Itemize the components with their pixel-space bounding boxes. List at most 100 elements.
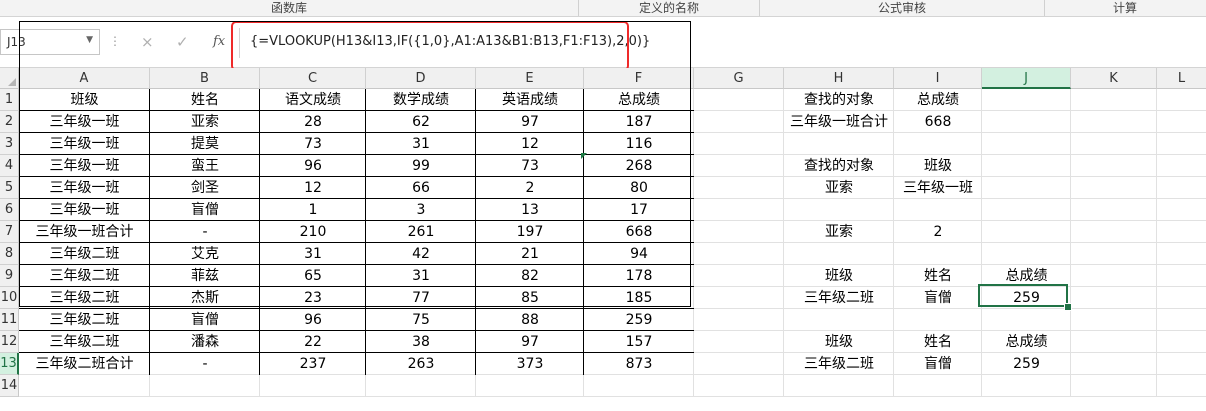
table-cell[interactable]: 23 [260,287,366,309]
column-header-l[interactable]: L [1157,68,1206,89]
column-header-e[interactable]: E [476,68,584,89]
table-cell[interactable]: 75 [366,309,476,331]
cell-j13[interactable]: 259 [982,353,1071,375]
table-cell[interactable]: 80 [584,177,694,199]
table-cell[interactable]: 三年级一班 [19,155,150,177]
table-cell[interactable]: 185 [584,287,694,309]
table-cell[interactable]: 259 [584,309,694,331]
table-header-cell[interactable]: 姓名 [150,89,260,111]
table-cell[interactable]: 197 [476,221,584,243]
table-cell[interactable]: 剑圣 [150,177,260,199]
table-cell[interactable]: 373 [476,353,584,375]
table-cell[interactable]: 73 [260,133,366,155]
table-cell[interactable]: 12 [476,133,584,155]
row-header-7[interactable]: 7 [0,221,19,243]
table-cell[interactable]: 85 [476,287,584,309]
table-cell[interactable]: 210 [260,221,366,243]
table-cell[interactable]: 提莫 [150,133,260,155]
table-cell[interactable]: 261 [366,221,476,243]
table-cell[interactable]: 三年级一班 [19,177,150,199]
table-cell[interactable]: 21 [476,243,584,265]
table-cell[interactable]: 三年级二班 [19,331,150,353]
cell-h10[interactable]: 三年级二班 [784,287,894,309]
cell-i13[interactable]: 盲僧 [894,353,982,375]
table-cell[interactable]: 873 [584,353,694,375]
table-cell[interactable]: 88 [476,309,584,331]
table-cell[interactable]: 65 [260,265,366,287]
table-cell[interactable]: 31 [366,133,476,155]
table-cell[interactable]: 三年级二班合计 [19,353,150,375]
cell-i1[interactable]: 总成绩 [894,89,982,111]
chevron-down-icon[interactable]: ▼ [86,35,93,45]
cell-h13[interactable]: 三年级二班 [784,353,894,375]
row-header-5[interactable]: 5 [0,177,19,199]
cell-h7[interactable]: 亚索 [784,221,894,243]
cell-h12[interactable]: 班级 [784,331,894,353]
column-header-a[interactable]: A [19,68,150,89]
column-header-c[interactable]: C [260,68,366,89]
column-header-b[interactable]: B [150,68,260,89]
cell-i12[interactable]: 姓名 [894,331,982,353]
fill-handle[interactable] [1064,303,1072,311]
table-cell[interactable]: 三年级一班合计 [19,221,150,243]
column-header-d[interactable]: D [366,68,476,89]
cell-i2[interactable]: 668 [894,111,982,133]
table-cell[interactable]: - [150,221,260,243]
table-cell[interactable]: 三年级一班 [19,133,150,155]
column-header-h[interactable]: H [784,68,894,89]
cell-h1[interactable]: 查找的对象 [784,89,894,111]
cell-i7[interactable]: 2 [894,221,982,243]
row-header-14[interactable]: 14 [0,375,19,397]
table-cell[interactable]: 12 [260,177,366,199]
table-header-cell[interactable]: 语文成绩 [260,89,366,111]
table-header-cell[interactable]: 数学成绩 [366,89,476,111]
column-header-k[interactable]: K [1071,68,1157,89]
cell-h9[interactable]: 班级 [784,265,894,287]
insert-function-button[interactable]: fx [213,34,225,49]
column-header-i[interactable]: I [894,68,982,89]
table-cell[interactable]: 99 [366,155,476,177]
row-header-10[interactable]: 10 [0,287,19,309]
table-cell[interactable]: 3 [366,199,476,221]
table-cell[interactable]: 22 [260,331,366,353]
table-cell[interactable]: 116 [584,133,694,155]
cell-i10[interactable]: 盲僧 [894,287,982,309]
table-cell[interactable]: 1 [260,199,366,221]
table-header-cell[interactable]: 总成绩 [584,89,694,111]
table-cell[interactable]: 蛮王 [150,155,260,177]
row-header-8[interactable]: 8 [0,243,19,265]
table-cell[interactable]: 三年级一班 [19,111,150,133]
cancel-icon[interactable]: × [141,33,154,51]
drag-handle-icon[interactable]: ⋮ [109,34,121,48]
table-cell[interactable]: 菲兹 [150,265,260,287]
row-header-11[interactable]: 11 [0,309,19,331]
table-cell[interactable]: 97 [476,111,584,133]
cell-i5[interactable]: 三年级一班 [894,177,982,199]
enter-icon[interactable]: ✓ [176,33,189,51]
table-cell[interactable]: 三年级二班 [19,243,150,265]
table-header-cell[interactable]: 班级 [19,89,150,111]
column-header-f[interactable]: F [584,68,694,89]
row-header-3[interactable]: 3 [0,133,19,155]
table-cell[interactable]: 77 [366,287,476,309]
cell-i9[interactable]: 姓名 [894,265,982,287]
name-box[interactable]: J13 ▼ [0,29,100,55]
table-cell[interactable]: 237 [260,353,366,375]
column-header-j[interactable]: J [982,68,1071,89]
cell-i4[interactable]: 班级 [894,155,982,177]
table-cell[interactable]: 42 [366,243,476,265]
table-cell[interactable]: 94 [584,243,694,265]
row-header-13[interactable]: 13 [0,353,19,375]
table-cell[interactable]: 263 [366,353,476,375]
table-cell[interactable]: 73 [476,155,584,177]
table-cell[interactable]: 268 [584,155,694,177]
row-header-2[interactable]: 2 [0,111,19,133]
table-cell[interactable]: 艾克 [150,243,260,265]
table-cell[interactable]: - [150,353,260,375]
column-header-g[interactable]: G [694,68,784,89]
cell-j12[interactable]: 总成绩 [982,331,1071,353]
row-header-1[interactable]: 1 [0,89,19,111]
table-cell[interactable]: 31 [260,243,366,265]
table-cell[interactable]: 13 [476,199,584,221]
table-cell[interactable]: 668 [584,221,694,243]
